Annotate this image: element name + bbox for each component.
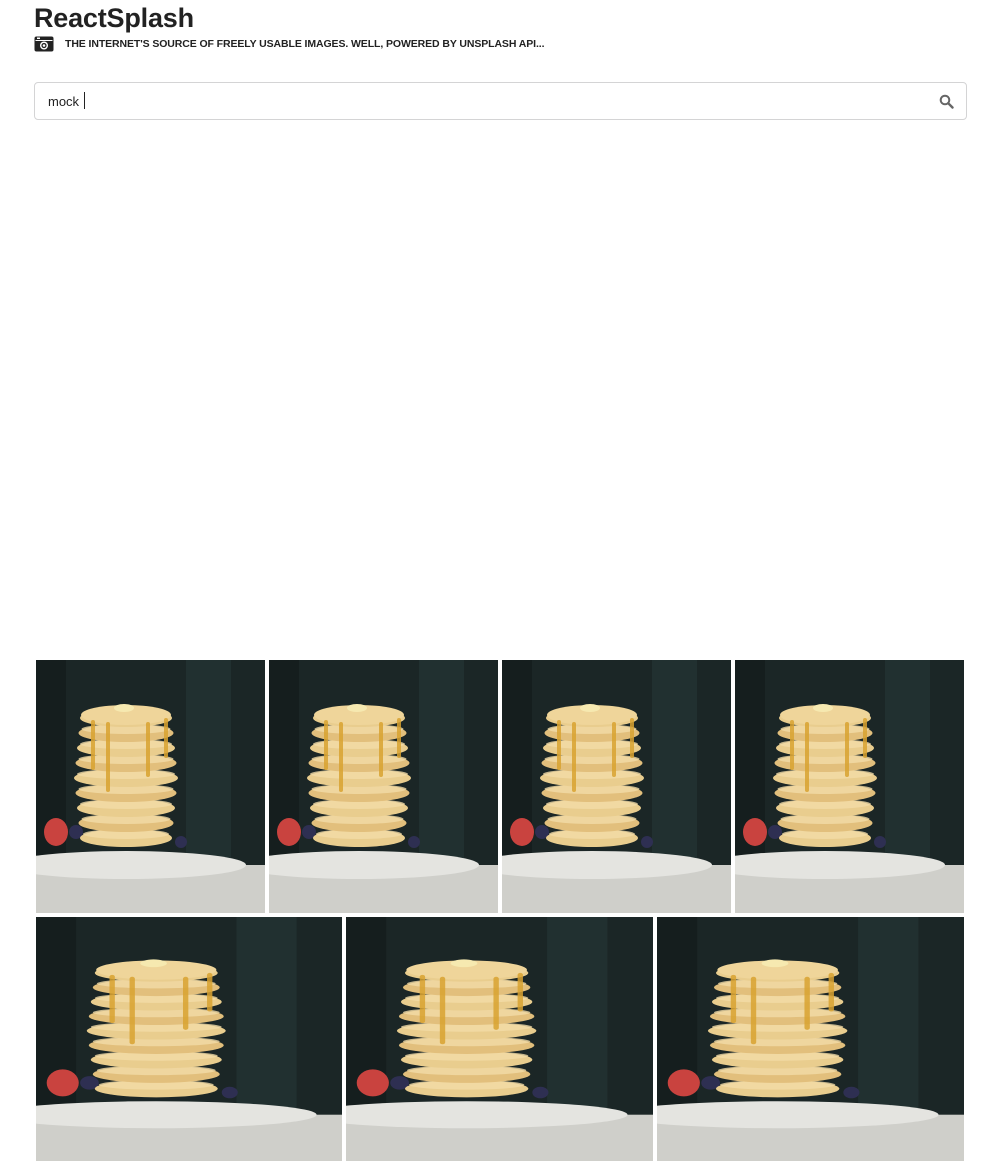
pancake-photo xyxy=(346,917,653,1161)
app-title: ReactSplash xyxy=(34,3,194,33)
tagline-row: THE INTERNET'S SOURCE OF FREELY USABLE I… xyxy=(34,34,967,54)
photo-card[interactable] xyxy=(36,660,265,913)
header: ReactSplash THE INTERNET'S SOURCE OF FRE… xyxy=(34,0,967,54)
pancake-photo xyxy=(269,660,498,913)
photo-card[interactable] xyxy=(36,917,342,1161)
search-icon[interactable] xyxy=(939,94,954,109)
photo-card[interactable] xyxy=(346,917,653,1161)
photo-card[interactable] xyxy=(502,660,731,913)
pancake-photo xyxy=(36,660,265,913)
camera-icon xyxy=(34,36,54,52)
pancake-photo xyxy=(657,917,964,1161)
photo-card[interactable] xyxy=(735,660,964,913)
photo-card[interactable] xyxy=(657,917,964,1161)
tagline: THE INTERNET'S SOURCE OF FREELY USABLE I… xyxy=(65,38,545,50)
pancake-photo xyxy=(735,660,964,913)
search-input[interactable] xyxy=(48,83,928,119)
photo-card[interactable] xyxy=(269,660,498,913)
text-caret xyxy=(84,92,85,109)
pancake-photo xyxy=(502,660,731,913)
search-box[interactable] xyxy=(34,82,967,120)
pancake-photo xyxy=(36,917,342,1161)
